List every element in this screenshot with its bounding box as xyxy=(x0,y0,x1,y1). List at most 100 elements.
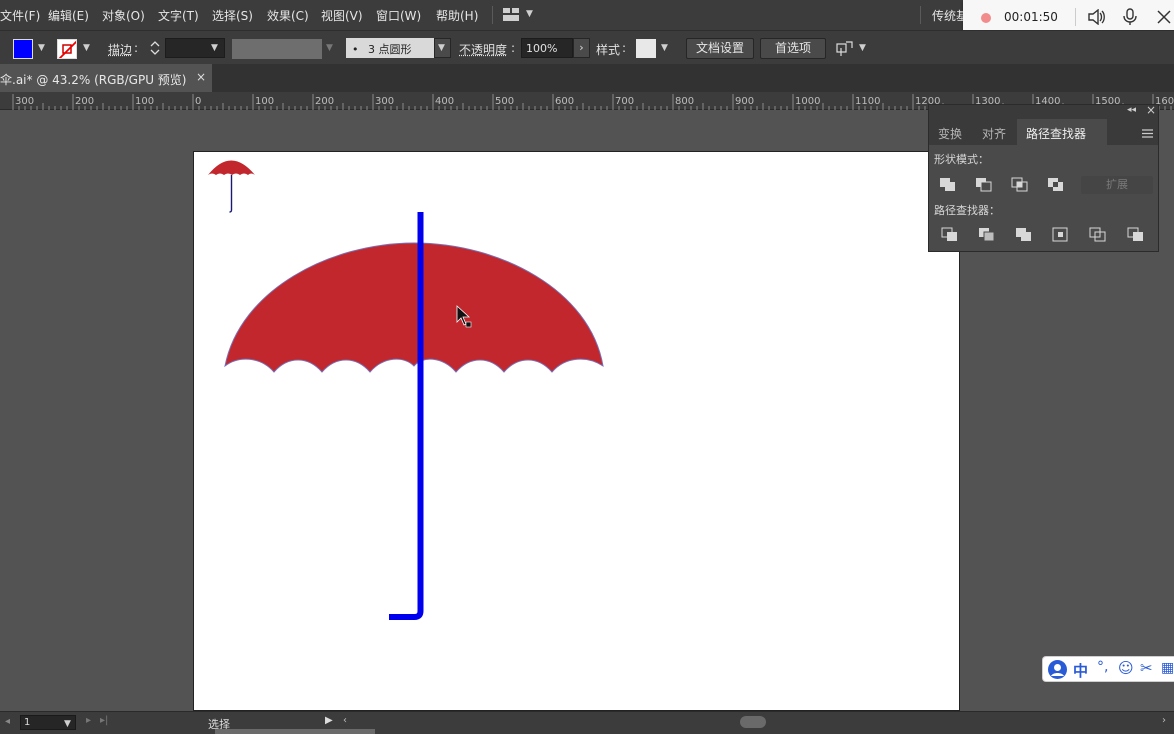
ruler-tick-label: 1000 xyxy=(795,96,821,107)
panel-title-bar[interactable]: ◂◂ × xyxy=(929,103,1158,119)
tab-transform[interactable]: 变换 xyxy=(938,125,962,142)
ime-toolbox-icon[interactable]: ✂ xyxy=(1140,659,1153,677)
stroke-color-swatch[interactable] xyxy=(57,39,77,59)
exclude-icon[interactable] xyxy=(1047,177,1065,193)
ime-keyboard-icon[interactable]: ▦ xyxy=(1161,660,1174,676)
intersect-icon[interactable] xyxy=(1011,177,1029,193)
style-label-colon: : xyxy=(622,41,627,55)
chevron-down-icon[interactable]: ▼ xyxy=(211,43,218,53)
first-artboard-icon[interactable]: ◂ xyxy=(5,716,10,727)
outline-icon[interactable] xyxy=(1089,227,1107,243)
menu-object[interactable]: 对象(O) xyxy=(102,7,145,24)
ruler-tick-label: 700 xyxy=(615,96,635,107)
menu-type[interactable]: 文字(T) xyxy=(158,7,199,24)
menu-window[interactable]: 窗口(W) xyxy=(376,7,421,24)
merge-icon[interactable] xyxy=(1015,227,1033,243)
document-tab-bar: 伞.ai* @ 43.2% (RGB/GPU 预览) × xyxy=(0,64,1174,92)
ruler-tick-label: 800 xyxy=(675,96,695,107)
ruler-tick-label: 1100 xyxy=(855,96,881,107)
chevron-down-icon[interactable]: ▼ xyxy=(661,43,668,53)
next-artboard-icon[interactable]: ▸ xyxy=(86,715,91,726)
ime-toolbar: 中 °, ☺ ✂ ▦ xyxy=(1042,656,1174,682)
scrollbar-thumb[interactable] xyxy=(740,716,766,728)
last-artboard-icon[interactable]: ▸| xyxy=(100,715,108,726)
chevron-down-icon[interactable]: ▼ xyxy=(859,43,866,53)
chevron-down-icon: ▼ xyxy=(438,43,445,53)
speaker-icon[interactable] xyxy=(1088,8,1106,26)
stroke-label[interactable]: 描边 xyxy=(108,41,132,58)
horizontal-scrollbar[interactable] xyxy=(350,716,1160,728)
ime-logo-icon[interactable] xyxy=(1048,660,1067,679)
ruler-tick-label: 100 xyxy=(255,96,275,107)
menu-file[interactable]: 文件(F) xyxy=(0,7,40,24)
fill-color-swatch[interactable] xyxy=(13,39,33,59)
opacity-label[interactable]: 不透明度 xyxy=(459,41,507,58)
tab-align[interactable]: 对齐 xyxy=(982,125,1006,142)
close-tab-icon[interactable]: × xyxy=(196,70,206,84)
tab-pathfinder[interactable]: 路径查找器 xyxy=(1026,125,1086,142)
ime-language-toggle[interactable]: 中 xyxy=(1073,660,1088,681)
menu-select[interactable]: 选择(S) xyxy=(212,7,253,24)
ruler-tick-label: 200 xyxy=(315,96,335,107)
opacity-input[interactable]: 100% xyxy=(521,38,573,58)
chevron-down-icon[interactable]: ▼ xyxy=(64,719,71,729)
close-icon[interactable] xyxy=(1156,9,1172,25)
ruler-tick-label: 600 xyxy=(555,96,575,107)
close-panel-icon[interactable]: × xyxy=(1146,103,1156,117)
ruler-tick-label: 200 xyxy=(75,96,95,107)
stroke-weight-stepper[interactable] xyxy=(149,40,161,56)
chevron-down-icon[interactable]: ▼ xyxy=(38,43,45,53)
ruler-tick-label: 0 xyxy=(195,96,202,107)
graphic-style-swatch[interactable] xyxy=(636,39,656,58)
chevron-down-icon[interactable]: ▼ xyxy=(526,9,533,19)
ruler-tick-label: 300 xyxy=(375,96,395,107)
chevron-right-icon[interactable]: › xyxy=(573,38,590,58)
variable-width-profile[interactable] xyxy=(232,39,322,59)
microphone-icon[interactable] xyxy=(1123,8,1137,26)
chevron-down-icon[interactable]: ▼ xyxy=(326,43,333,53)
pathfinder-panel: ◂◂ × 变换 对齐 路径查找器 形状模式： 扩展 路径查找器： xyxy=(928,103,1159,252)
brush-dot-icon: • xyxy=(352,43,359,56)
pathfinders-label: 路径查找器： xyxy=(934,204,1000,217)
menu-separator xyxy=(920,6,921,24)
brush-definition[interactable]: • 3 点圆形 xyxy=(346,38,434,58)
divide-icon[interactable] xyxy=(941,227,959,243)
menu-help[interactable]: 帮助(H) xyxy=(436,7,478,24)
scroll-left-icon[interactable]: ‹ xyxy=(343,715,347,726)
trim-icon[interactable] xyxy=(978,227,996,243)
panel-menu-icon[interactable] xyxy=(1142,127,1153,138)
ruler-tick-label: 300 xyxy=(15,96,35,107)
expand-button[interactable]: 扩展 xyxy=(1081,176,1153,194)
status-bar: ◂ 1 ▼ ▸ ▸| 选择 ▶ ‹ › xyxy=(0,711,1174,734)
menu-edit[interactable]: 编辑(E) xyxy=(48,7,89,24)
panel-tabs: 变换 对齐 路径查找器 xyxy=(929,119,1158,145)
artboard[interactable] xyxy=(193,151,960,711)
minus-back-icon[interactable] xyxy=(1127,227,1145,243)
ruler-tick-label: 900 xyxy=(735,96,755,107)
crop-icon[interactable] xyxy=(1052,227,1070,243)
preferences-button[interactable]: 首选项 xyxy=(760,38,826,59)
document-setup-button[interactable]: 文档设置 xyxy=(686,38,754,59)
ime-punctuation-icon[interactable]: °, xyxy=(1097,659,1108,675)
shape-modes-label: 形状模式： xyxy=(934,153,989,166)
collapse-panel-icon[interactable]: ◂◂ xyxy=(1127,105,1136,115)
stroke-label-colon: : xyxy=(134,41,139,55)
document-tab-title: 伞.ai* @ 43.2% (RGB/GPU 预览) xyxy=(0,73,187,87)
chevron-down-icon[interactable]: ▼ xyxy=(83,43,90,53)
record-indicator-icon xyxy=(981,13,991,23)
workspace-switcher-icon[interactable] xyxy=(503,8,519,21)
ime-emoji-icon[interactable]: ☺ xyxy=(1118,659,1134,677)
menu-effect[interactable]: 效果(C) xyxy=(267,7,309,24)
control-bar: ▼ ▼ 描边 : ▼ ▼ • 3 点圆形 ▼ 不透明度 : 100% › 样式 … xyxy=(0,30,1174,64)
scroll-right-icon[interactable]: › xyxy=(1162,715,1166,726)
document-tab[interactable]: 伞.ai* @ 43.2% (RGB/GPU 预览) × xyxy=(0,64,212,92)
arrange-documents-icon[interactable] xyxy=(836,40,854,56)
minus-front-icon[interactable] xyxy=(975,177,993,193)
unite-icon[interactable] xyxy=(939,177,957,193)
brush-value: 3 点圆形 xyxy=(368,43,412,56)
status-menu-icon[interactable]: ▶ xyxy=(325,715,333,726)
taskbar-strip xyxy=(215,729,375,734)
menu-separator xyxy=(492,6,493,24)
ruler-tick-label: 500 xyxy=(495,96,515,107)
menu-view[interactable]: 视图(V) xyxy=(321,7,363,24)
